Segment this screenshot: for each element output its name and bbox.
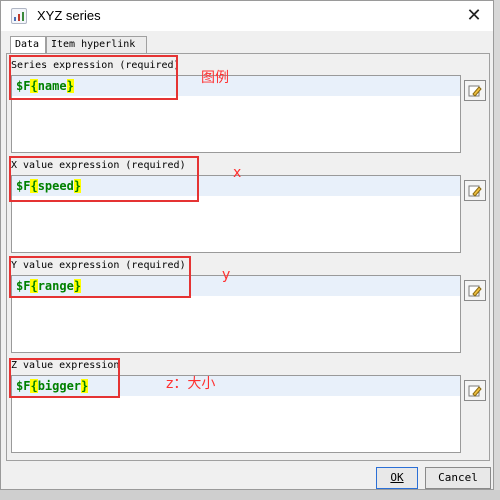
cancel-button[interactable]: Cancel (425, 467, 491, 489)
y-value-expression-edit-button[interactable] (464, 280, 486, 301)
annotation-box-x (9, 156, 199, 202)
annotation-text-z: z：大小 (166, 376, 216, 392)
annotation-text-series: 图例 (201, 70, 229, 86)
series-expression-edit-button[interactable] (464, 80, 486, 101)
annotation-box-y (9, 256, 191, 298)
tab-data[interactable]: Data (10, 36, 46, 54)
title-bar: XYZ series ✕ (1, 1, 493, 31)
window-title: XYZ series (37, 8, 101, 23)
annotation-box-series (9, 55, 178, 100)
x-value-expression-edit-button[interactable] (464, 180, 486, 201)
annotation-text-y: y (222, 267, 231, 283)
background-window-edge-bottom (0, 490, 500, 500)
close-icon[interactable]: ✕ (463, 5, 485, 27)
xyz-series-dialog: XYZ series ✕ Data Item hyperlink Series … (0, 0, 494, 490)
annotation-text-x: x (233, 165, 242, 181)
tab-item-hyperlink[interactable]: Item hyperlink (46, 36, 147, 53)
annotation-box-z (9, 358, 120, 398)
report-icon (11, 8, 27, 24)
background-window-edge (494, 0, 500, 500)
z-value-expression-edit-button[interactable] (464, 380, 486, 401)
ok-button[interactable]: OK (376, 467, 418, 489)
